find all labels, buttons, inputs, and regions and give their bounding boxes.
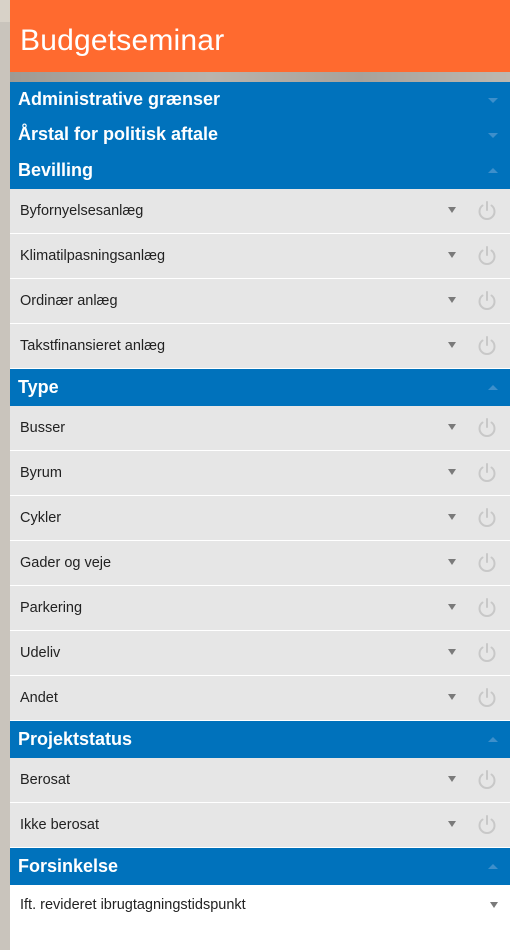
- power-icon[interactable]: [476, 769, 498, 791]
- filter-item-parkering[interactable]: Parkering: [10, 586, 510, 631]
- caret-down-icon[interactable]: [448, 559, 456, 565]
- filter-item-klimatilpasningsanlaeg[interactable]: Klimatilpasningsanlæg: [10, 234, 510, 279]
- filter-item-label: Andet: [20, 690, 58, 706]
- filter-item-andet[interactable]: Andet: [10, 676, 510, 721]
- filter-item-label: Berosat: [20, 772, 70, 788]
- section-label: Bevilling: [18, 160, 94, 180]
- caret-down-icon[interactable]: [448, 424, 456, 430]
- chevron-up-icon: [488, 384, 498, 390]
- caret-down-icon[interactable]: [448, 207, 456, 213]
- caret-down-icon[interactable]: [448, 297, 456, 303]
- filter-item-label: Busser: [20, 420, 66, 436]
- section-header-aarstal[interactable]: Årstal for politisk aftale: [10, 117, 510, 152]
- filter-item-label: Byfornyelsesanlæg: [20, 203, 144, 219]
- power-icon[interactable]: [476, 642, 498, 664]
- section-header-forsinkelse[interactable]: Forsinkelse: [10, 848, 510, 885]
- chevron-up-icon: [488, 167, 498, 173]
- power-icon[interactable]: [476, 200, 498, 222]
- caret-down-icon[interactable]: [490, 902, 498, 908]
- section-label: Årstal for politisk aftale: [18, 124, 219, 144]
- filter-item-label: Ikke berosat: [20, 817, 99, 833]
- power-icon[interactable]: [476, 507, 498, 529]
- power-icon[interactable]: [476, 814, 498, 836]
- select-value: Ift. revideret ibrugtagningstidspunkt: [20, 897, 246, 913]
- chevron-up-icon: [488, 736, 498, 742]
- power-icon[interactable]: [476, 687, 498, 709]
- filter-item-label: Byrum: [20, 465, 62, 481]
- chevron-up-icon: [488, 863, 498, 869]
- filter-panel: Budgetseminar Administrative grænser Års…: [10, 0, 510, 950]
- caret-down-icon[interactable]: [448, 514, 456, 520]
- power-icon[interactable]: [476, 597, 498, 619]
- filter-item-label: Cykler: [20, 510, 62, 526]
- caret-down-icon[interactable]: [448, 776, 456, 782]
- filter-item-label: Klimatilpasningsanlæg: [20, 248, 166, 264]
- section-label: Type: [18, 377, 59, 397]
- filter-item-udeliv[interactable]: Udeliv: [10, 631, 510, 676]
- power-icon[interactable]: [476, 417, 498, 439]
- caret-down-icon[interactable]: [448, 252, 456, 258]
- section-header-administrative-graenser[interactable]: Administrative grænser: [10, 82, 510, 117]
- power-icon[interactable]: [476, 245, 498, 267]
- filter-item-berosat[interactable]: Berosat: [10, 758, 510, 803]
- power-icon[interactable]: [476, 552, 498, 574]
- caret-down-icon[interactable]: [448, 694, 456, 700]
- panel-title: Budgetseminar: [10, 0, 510, 72]
- section-label: Administrative grænser: [18, 89, 221, 109]
- filter-item-byrum[interactable]: Byrum: [10, 451, 510, 496]
- caret-down-icon[interactable]: [448, 604, 456, 610]
- power-icon[interactable]: [476, 462, 498, 484]
- map-background-strip: [10, 72, 510, 82]
- power-icon[interactable]: [476, 290, 498, 312]
- filter-item-label: Takstfinansieret anlæg: [20, 338, 166, 354]
- caret-down-icon[interactable]: [448, 649, 456, 655]
- chevron-down-icon: [488, 132, 498, 138]
- chevron-down-icon: [488, 97, 498, 103]
- section-header-bevilling[interactable]: Bevilling: [10, 152, 510, 189]
- caret-down-icon[interactable]: [448, 342, 456, 348]
- power-icon[interactable]: [476, 335, 498, 357]
- filter-item-ikke-berosat[interactable]: Ikke berosat: [10, 803, 510, 848]
- caret-down-icon[interactable]: [448, 469, 456, 475]
- section-label: Forsinkelse: [18, 856, 119, 876]
- forsinkelse-select[interactable]: Ift. revideret ibrugtagningstidspunkt: [10, 885, 510, 925]
- section-header-type[interactable]: Type: [10, 369, 510, 406]
- filter-item-takstfinansieret-anlaeg[interactable]: Takstfinansieret anlæg: [10, 324, 510, 369]
- section-label: Projektstatus: [18, 729, 133, 749]
- filter-item-label: Udeliv: [20, 645, 61, 661]
- filter-item-label: Ordinær anlæg: [20, 293, 118, 309]
- filter-item-cykler[interactable]: Cykler: [10, 496, 510, 541]
- filter-item-label: Parkering: [20, 600, 83, 616]
- filter-item-byfornyelsesanlaeg[interactable]: Byfornyelsesanlæg: [10, 189, 510, 234]
- section-header-projektstatus[interactable]: Projektstatus: [10, 721, 510, 758]
- filter-item-label: Gader og veje: [20, 555, 112, 571]
- filter-item-busser[interactable]: Busser: [10, 406, 510, 451]
- caret-down-icon[interactable]: [448, 821, 456, 827]
- filter-item-ordinaer-anlaeg[interactable]: Ordinær anlæg: [10, 279, 510, 324]
- filter-item-gader-og-veje[interactable]: Gader og veje: [10, 541, 510, 586]
